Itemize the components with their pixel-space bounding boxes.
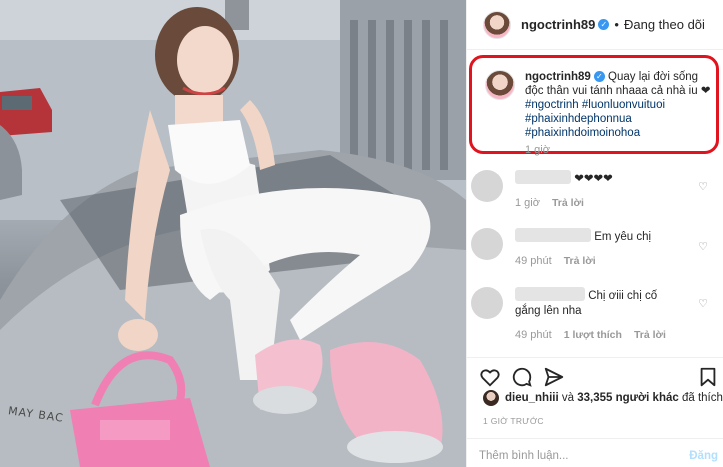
- post-time-ago[interactable]: 1 GIỜ TRƯỚC: [483, 416, 544, 426]
- small-heart-icon[interactable]: ♡: [698, 240, 708, 253]
- small-heart-icon[interactable]: ♡: [698, 180, 708, 193]
- hashtag-link[interactable]: #ngoctrinh #luonluonvuituoi: [525, 98, 715, 112]
- heart-icon[interactable]: [479, 366, 501, 388]
- author-avatar[interactable]: [483, 10, 511, 39]
- hashtag-link[interactable]: #phaixinhdoimoinohoa: [525, 126, 715, 140]
- comment-body: Chị ơiii chị cố gắng lên nha 49 phút 1 lư…: [515, 287, 685, 341]
- reply-button[interactable]: Trả lời: [634, 329, 666, 341]
- post-comment-button[interactable]: Đăng: [689, 450, 718, 462]
- comment-text: Em yêu chị: [594, 231, 652, 243]
- commenter-username[interactable]: [515, 287, 585, 301]
- comment-item: Chị ơiii chị cố gắng lên nha 49 phút 1 lư…: [467, 287, 723, 341]
- liker-avatar[interactable]: [483, 390, 499, 406]
- comment-icon[interactable]: [511, 366, 533, 388]
- small-heart-icon[interactable]: ♡: [698, 297, 708, 310]
- likes-count[interactable]: 33,355 người khác: [577, 392, 679, 404]
- comment-likes[interactable]: 1 lượt thích: [564, 329, 622, 341]
- post-side-panel: ngoctrinh89 ✓ • Đang theo dõi ngoctrinh8…: [466, 0, 723, 467]
- photo-illustration: [0, 0, 466, 467]
- reply-button[interactable]: Trả lời: [552, 197, 584, 209]
- bookmark-icon[interactable]: [697, 366, 719, 388]
- commenter-avatar[interactable]: [471, 228, 503, 260]
- verified-icon: ✓: [598, 19, 610, 30]
- caption-author-avatar[interactable]: [485, 70, 515, 100]
- comment-time[interactable]: 49 phút: [515, 329, 552, 341]
- post-photo[interactable]: MAY BAC: [0, 0, 466, 467]
- comment-item: ❤❤❤❤ 1 giờ Trả lời ♡: [467, 170, 723, 209]
- likes-suffix: đã thích: [681, 392, 723, 404]
- liker-username[interactable]: dieu_nhiii: [505, 392, 559, 404]
- verified-icon: ✓: [593, 71, 605, 82]
- commenter-username[interactable]: [515, 228, 591, 242]
- caption-username[interactable]: ngoctrinh89: [525, 71, 591, 83]
- likes-connector: và: [561, 392, 575, 404]
- comment-item: Em yêu chị 49 phút Trả lời ♡: [467, 228, 723, 267]
- comment-text: ❤❤❤❤: [574, 173, 613, 185]
- comment-body: ❤❤❤❤ 1 giờ Trả lời: [515, 170, 685, 209]
- comment-time[interactable]: 49 phút: [515, 255, 552, 267]
- post-header: ngoctrinh89 ✓ • Đang theo dõi: [467, 0, 723, 50]
- hashtag-link[interactable]: #phaixinhdephonnua: [525, 112, 715, 126]
- commenter-username[interactable]: [515, 170, 571, 184]
- caption-text-block: ngoctrinh89 ✓ Quay lại đời sống độc thân …: [525, 70, 715, 157]
- following-button[interactable]: Đang theo dõi: [624, 17, 705, 32]
- commenter-avatar[interactable]: [471, 170, 503, 202]
- separator-dot: •: [614, 17, 619, 32]
- commenter-avatar[interactable]: [471, 287, 503, 319]
- reply-button[interactable]: Trả lời: [564, 255, 596, 267]
- likes-summary: dieu_nhiii và 33,355 người khác đã thích: [483, 390, 723, 406]
- comment-input[interactable]: Thêm bình luận...: [479, 450, 569, 462]
- post-caption: ngoctrinh89 ✓ Quay lại đời sống độc thân …: [485, 70, 717, 157]
- author-username[interactable]: ngoctrinh89: [521, 17, 595, 32]
- comment-body: Em yêu chị 49 phút Trả lời: [515, 228, 685, 267]
- comment-time[interactable]: 1 giờ: [515, 197, 540, 209]
- add-comment-bar: Thêm bình luận... Đăng: [467, 438, 723, 467]
- caption-time[interactable]: 1 giờ: [525, 143, 715, 157]
- share-icon[interactable]: [543, 366, 565, 388]
